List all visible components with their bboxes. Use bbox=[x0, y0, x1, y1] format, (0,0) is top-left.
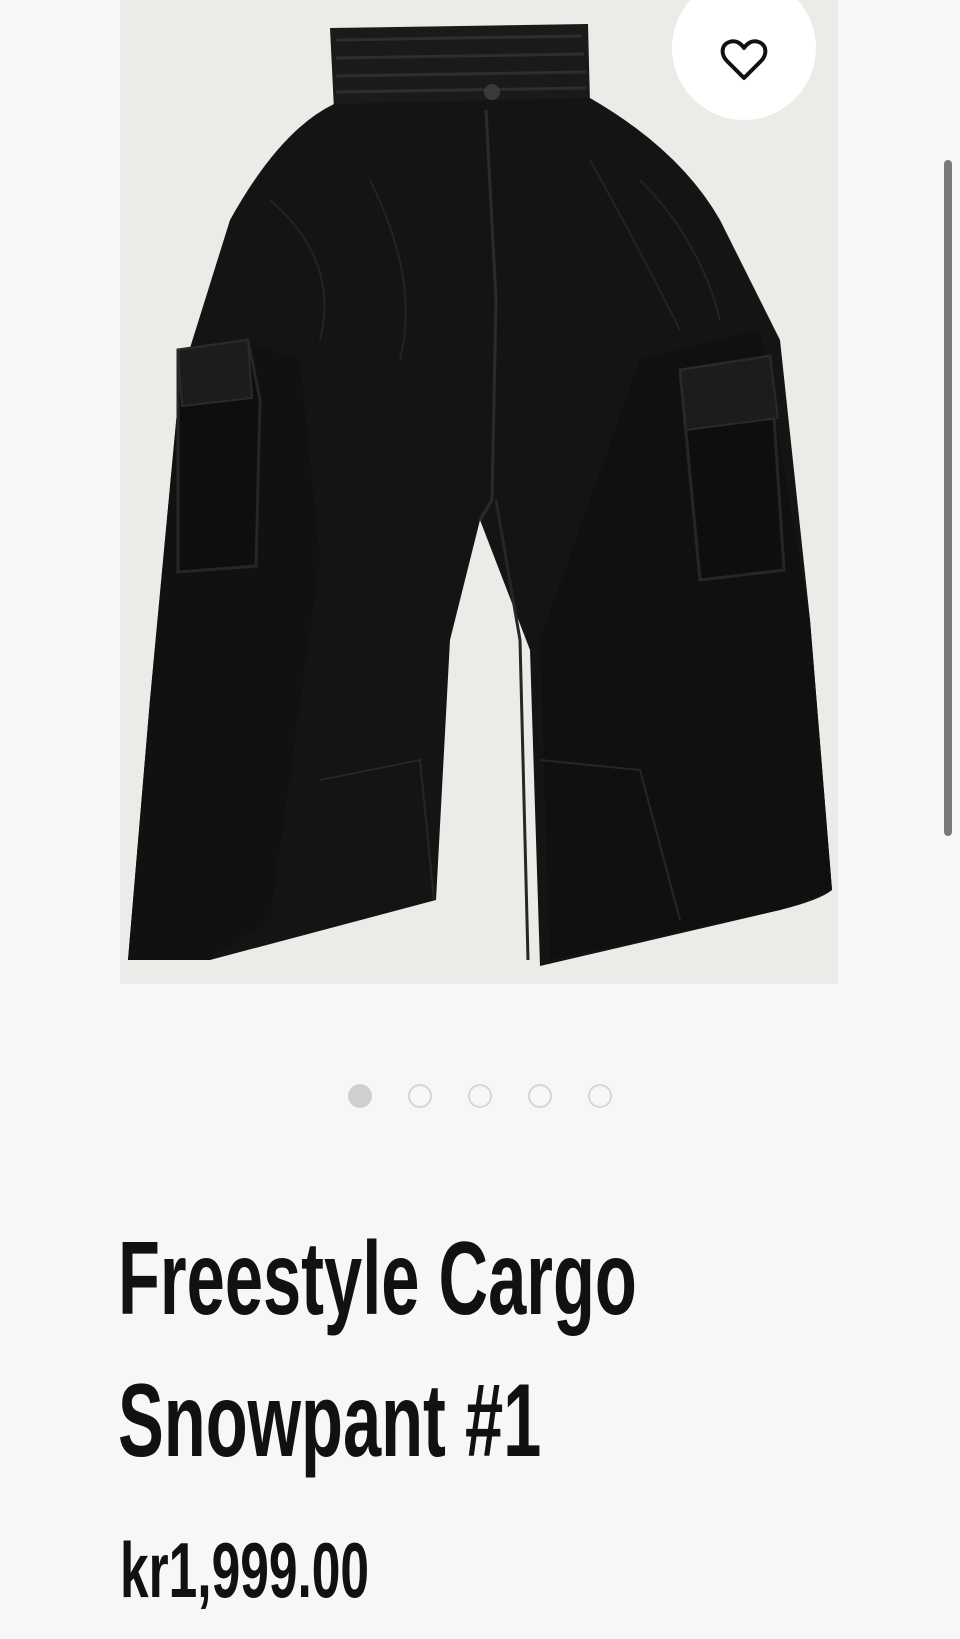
pagination-dot-4[interactable] bbox=[528, 1084, 552, 1108]
pagination-dot-1[interactable] bbox=[348, 1084, 372, 1108]
heart-outline-icon bbox=[720, 39, 768, 80]
product-title-line-2: Snowpant #1 bbox=[118, 1363, 542, 1479]
pagination-dot-5[interactable] bbox=[588, 1084, 612, 1108]
cargo-pants-illustration bbox=[120, 0, 838, 984]
product-price: kr1,999.00 bbox=[120, 1526, 370, 1614]
product-page: Freestyle Cargo Snowpant #1 kr1,999.00 bbox=[0, 0, 960, 1639]
image-pagination bbox=[0, 1084, 960, 1108]
page-scrollbar[interactable] bbox=[944, 160, 952, 836]
pagination-dot-3[interactable] bbox=[468, 1084, 492, 1108]
product-image[interactable] bbox=[120, 0, 838, 984]
product-title-line-1: Freestyle Cargo bbox=[118, 1221, 637, 1337]
pagination-dot-2[interactable] bbox=[408, 1084, 432, 1108]
product-title: Freestyle Cargo Snowpant #1 bbox=[118, 1208, 878, 1492]
